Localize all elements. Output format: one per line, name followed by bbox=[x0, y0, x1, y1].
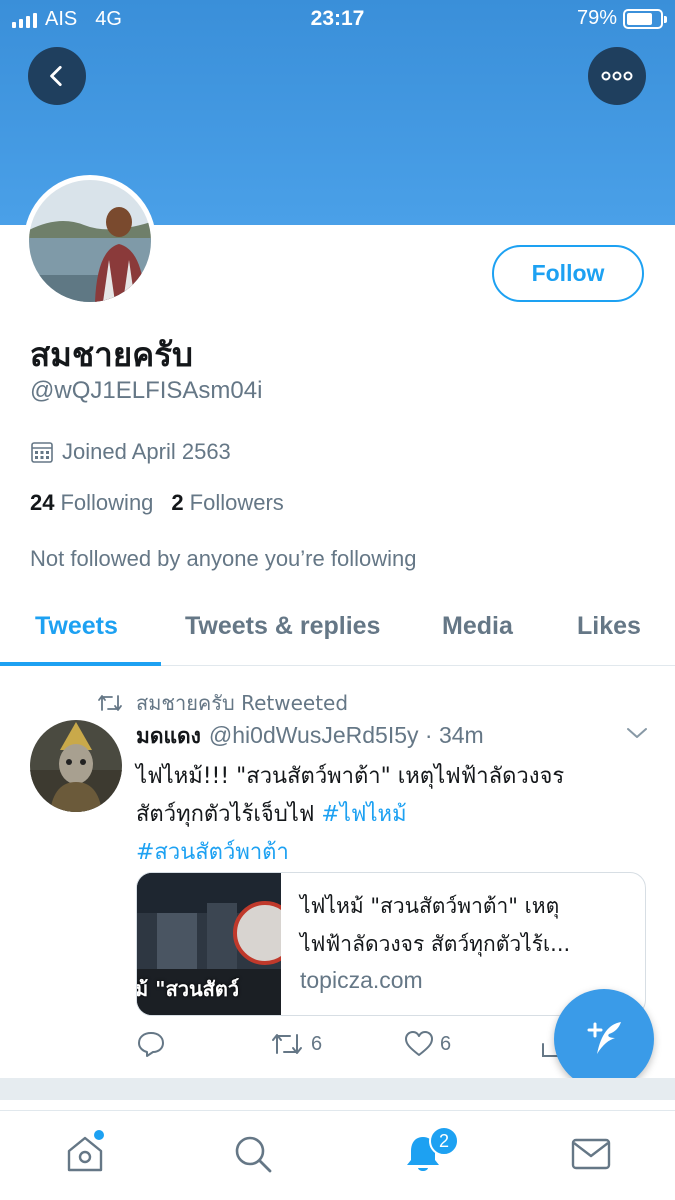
chevron-left-icon bbox=[50, 65, 62, 87]
joined-date: Joined April 2563 bbox=[30, 439, 231, 465]
reply-button[interactable] bbox=[136, 1030, 172, 1058]
avatar-photo bbox=[29, 180, 151, 302]
retweet-icon bbox=[272, 1034, 302, 1054]
active-tab-indicator bbox=[0, 662, 161, 666]
retweet-context: สมชายครับ Retweeted bbox=[96, 687, 348, 719]
following-label: Following bbox=[60, 490, 154, 515]
home-new-indicator bbox=[94, 1130, 104, 1140]
battery-percent: 79% bbox=[576, 7, 617, 29]
tab-tweets-replies[interactable]: Tweets & replies bbox=[185, 612, 380, 641]
search-icon bbox=[235, 1136, 272, 1173]
author-photo bbox=[30, 720, 122, 812]
followers-link[interactable]: 2 Followers bbox=[171, 490, 283, 516]
link-preview-image-caption: ม้ "สวนสัตว์ bbox=[137, 977, 240, 1001]
profile-tabs: Tweets Tweets & replies Media Likes bbox=[0, 598, 675, 666]
nav-search[interactable] bbox=[228, 1129, 278, 1179]
link-preview-image: ม้ "สวนสัตว์ bbox=[137, 873, 281, 1015]
tweet-text: ไฟไหม้!!! "สวนสัตว์พาต้า" เหตุไฟฟ้าลัดวง… bbox=[136, 758, 636, 872]
nav-messages[interactable] bbox=[566, 1129, 616, 1179]
tab-media[interactable]: Media bbox=[442, 612, 513, 641]
retweet-icon bbox=[98, 695, 122, 711]
tweet-separator: · bbox=[424, 722, 433, 748]
follow-counts: 24 Following 2 Followers bbox=[30, 490, 284, 516]
battery-icon bbox=[623, 8, 667, 29]
link-preview-title: ไฟไหม้ "สวนสัตว์พาต้า" เหตุ ไฟฟ้าลัดวงจร… bbox=[300, 887, 635, 963]
reply-icon bbox=[138, 1032, 164, 1057]
tweet-text-line1: ไฟไหม้!!! "สวนสัตว์พาต้า" เหตุไฟฟ้าลัดวง… bbox=[136, 764, 565, 789]
heart-icon bbox=[405, 1031, 433, 1056]
display-name: สมชายครับ bbox=[30, 335, 193, 374]
like-count: 6 bbox=[440, 1032, 452, 1055]
link-preview-title-line2: ไฟฟ้าลัดวงจร สัตว์ทุกตัวไร้เ... bbox=[300, 932, 571, 956]
more-button[interactable] bbox=[588, 47, 646, 105]
retweeted-by: สมชายครับ Retweeted bbox=[136, 691, 349, 715]
bottom-navigation bbox=[0, 1110, 675, 1200]
hashtag-link[interactable]: #ไฟไหม้ bbox=[321, 802, 406, 827]
retweet-button[interactable]: 6 bbox=[269, 1030, 322, 1058]
tweet-author-handle[interactable]: @hi0dWusJeRd5I5y bbox=[209, 722, 419, 748]
followers-count: 2 bbox=[171, 490, 184, 515]
tweet-author-name[interactable]: มดแดง bbox=[136, 724, 201, 748]
notification-badge: 2 bbox=[429, 1126, 459, 1156]
follow-button[interactable]: Follow bbox=[492, 245, 644, 302]
link-preview-domain: topicza.com bbox=[300, 967, 423, 993]
following-count: 24 bbox=[30, 490, 55, 515]
profile-handle: @wQJ1ELFISAsm04i bbox=[30, 377, 263, 404]
compose-quill-icon bbox=[587, 1022, 621, 1054]
following-link[interactable]: 24 Following bbox=[30, 490, 153, 516]
back-button[interactable] bbox=[28, 47, 86, 105]
link-preview-title-line1: ไฟไหม้ "สวนสัตว์พาต้า" เหตุ bbox=[300, 894, 560, 918]
more-horizontal-icon bbox=[601, 71, 633, 81]
tweet-actions: 6 6 bbox=[136, 1030, 568, 1064]
status-bar: AIS 4G 23:17 79% bbox=[0, 0, 675, 38]
joined-label: Joined April 2563 bbox=[62, 439, 231, 464]
tab-likes[interactable]: Likes bbox=[577, 612, 641, 641]
timeline-divider bbox=[0, 1078, 675, 1100]
messages-icon bbox=[571, 1138, 611, 1170]
calendar-icon bbox=[31, 442, 53, 463]
chevron-down-icon bbox=[627, 728, 647, 738]
profile-avatar[interactable] bbox=[24, 175, 156, 307]
tab-tweets[interactable]: Tweets bbox=[35, 612, 118, 641]
tweet-header: มดแดง @hi0dWusJeRd5I5y · 34m bbox=[136, 720, 484, 753]
compose-tweet-button[interactable] bbox=[554, 989, 654, 1089]
not-followed-notice: Not followed by anyone you’re following bbox=[30, 546, 417, 571]
followers-label: Followers bbox=[189, 490, 284, 515]
clock: 23:17 bbox=[310, 7, 365, 30]
tweet-author-avatar[interactable] bbox=[30, 720, 122, 812]
retweet-count: 6 bbox=[311, 1032, 323, 1055]
like-button[interactable]: 6 bbox=[404, 1030, 451, 1058]
hashtag-link[interactable]: #สวนสัตว์พาต้า bbox=[136, 840, 289, 865]
tweet-text-line2: สัตว์ทุกตัวไร้เจ็บไฟ bbox=[136, 802, 322, 827]
tweet-menu-button[interactable] bbox=[626, 726, 648, 745]
tweet-time: 34m bbox=[438, 722, 484, 748]
link-preview-card[interactable]: ม้ "สวนสัตว์ ไฟไหม้ "สวนสัตว์พาต้า" เหตุ… bbox=[136, 872, 646, 1016]
